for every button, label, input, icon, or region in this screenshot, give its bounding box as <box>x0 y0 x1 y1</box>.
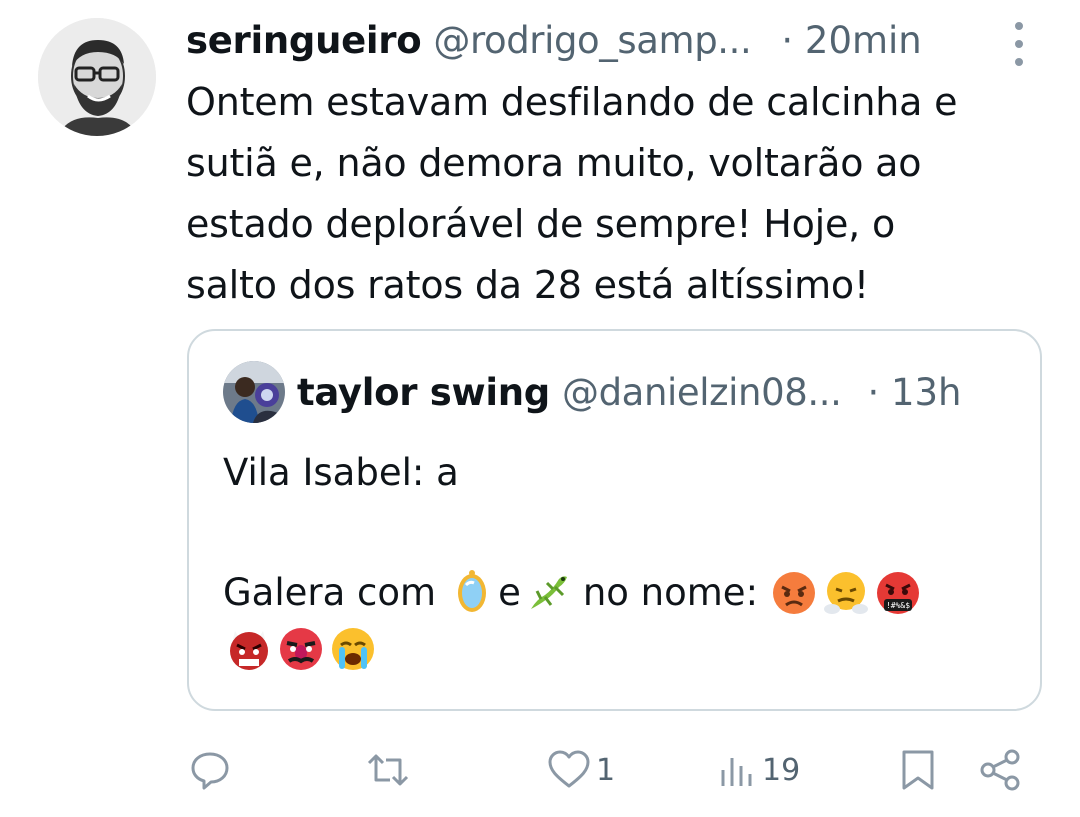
quoted-timestamp[interactable]: · 13h <box>867 371 961 414</box>
tweet[interactable]: seringueiro @rodrigo_samp... · 20min Ont… <box>0 0 1080 817</box>
views-button[interactable]: 19 <box>718 740 800 800</box>
tweet-text: Ontem estavam desfilando de calcinha e s… <box>186 72 1056 316</box>
views-icon <box>718 748 758 792</box>
bookmark-button[interactable] <box>898 740 938 800</box>
quoted-blank-line <box>223 503 1023 563</box>
tweet-text-line: estado deplorável de sempre! Hoje, o <box>186 202 895 246</box>
tweet-text-line: salto dos ratos da 28 está altíssimo! <box>186 263 869 307</box>
tweet-timestamp[interactable]: · 20min <box>781 19 921 62</box>
svg-text:!#%&$: !#%&$ <box>886 601 910 610</box>
quoted-text-segment: Galera com <box>223 571 437 614</box>
quoted-handle[interactable]: @danielzin08... <box>562 371 842 414</box>
quoted-author-avatar[interactable] <box>223 361 285 423</box>
face-with-steam-emoji-icon <box>822 569 870 617</box>
retweet-icon <box>364 748 412 792</box>
tweet-actions: 1 19 <box>0 740 1080 800</box>
quoted-text-segment: e <box>498 571 521 614</box>
bookmark-icon <box>898 748 938 792</box>
like-button[interactable]: 1 <box>546 740 615 800</box>
goblin-emoji-icon <box>277 625 325 673</box>
angry-face-emoji-icon <box>770 569 818 617</box>
share-icon <box>978 748 1024 792</box>
retweet-button[interactable] <box>364 740 416 800</box>
quoted-header: taylor swing @danielzin08... · 13h <box>297 367 962 417</box>
loudly-crying-face-emoji-icon <box>329 625 377 673</box>
more-vertical-icon[interactable] <box>1006 22 1032 66</box>
lizard-emoji-icon <box>523 569 571 617</box>
quoted-text-line: Vila Isabel: a <box>223 451 459 494</box>
like-icon <box>546 748 592 792</box>
quoted-display-name[interactable]: taylor swing <box>297 371 550 414</box>
share-button[interactable] <box>978 740 1024 800</box>
reply-icon <box>188 748 232 792</box>
like-count: 1 <box>596 752 616 788</box>
tweet-text-line: Ontem estavam desfilando de calcinha e <box>186 80 958 124</box>
author-avatar[interactable] <box>38 18 156 136</box>
tweet-header: seringueiro @rodrigo_samp... · 20min <box>186 14 1056 66</box>
quoted-text: Vila Isabel: a Galera com e no nome: !#%… <box>223 443 1023 675</box>
author-display-name[interactable]: seringueiro <box>186 19 422 62</box>
mirror-emoji-icon <box>448 569 496 617</box>
quoted-emoji-line <box>223 623 1023 675</box>
quoted-text-segment: no nome: <box>582 571 759 614</box>
reply-button[interactable] <box>188 740 236 800</box>
quoted-text-line: Galera com e no nome: !#%&$ <box>223 563 1023 623</box>
quoted-tweet[interactable]: taylor swing @danielzin08... · 13h Vila … <box>187 329 1042 711</box>
views-count: 19 <box>762 752 801 788</box>
tweet-text-line: sutiã e, não demora muito, voltarão ao <box>186 141 922 185</box>
author-handle[interactable]: @rodrigo_samp... <box>433 19 751 62</box>
face-with-symbols-emoji-icon: !#%&$ <box>874 569 922 617</box>
ogre-emoji-icon <box>225 625 273 673</box>
